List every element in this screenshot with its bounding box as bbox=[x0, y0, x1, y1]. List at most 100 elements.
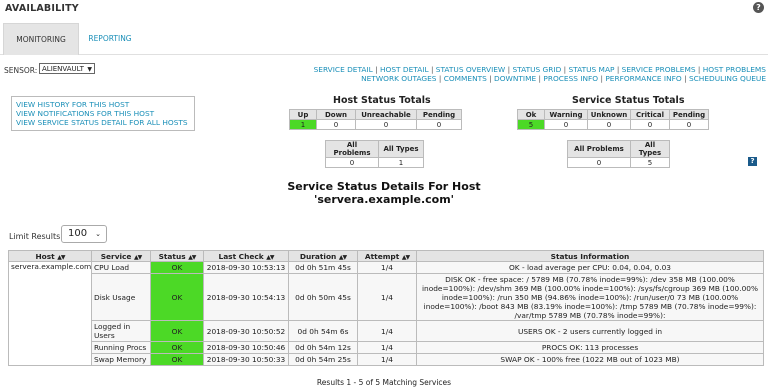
nav-separator: | bbox=[600, 74, 603, 83]
service-ok-count: 5 bbox=[518, 120, 544, 129]
host-totals-title: Host Status Totals bbox=[333, 95, 431, 106]
page-title: AVAILABILITY bbox=[5, 3, 79, 14]
service-ok-header[interactable]: Ok bbox=[518, 110, 544, 119]
limit-results-label: Limit Results: bbox=[9, 232, 63, 241]
host-down-count: 0 bbox=[317, 120, 355, 129]
help-icon[interactable]: ? bbox=[748, 157, 757, 166]
column-header-duration[interactable]: Duration ▲▼ bbox=[289, 251, 357, 261]
service-all-problems-count: 0 bbox=[568, 158, 630, 167]
column-header-service[interactable]: Service ▲▼ bbox=[92, 251, 150, 261]
host-down-header[interactable]: Down bbox=[317, 110, 355, 119]
attempt-cell: 1/4 bbox=[358, 262, 416, 273]
nav-separator: | bbox=[616, 65, 620, 74]
nav-service-detail[interactable]: SERVICE DETAIL bbox=[314, 65, 373, 74]
duration-cell: 0d 0h 54m 12s bbox=[289, 342, 357, 353]
status-badge: OK bbox=[151, 354, 203, 365]
service-warning-header[interactable]: Warning bbox=[545, 110, 587, 119]
service-link[interactable]: Logged in Users bbox=[92, 321, 150, 341]
view-history-link[interactable]: VIEW HISTORY FOR THIS HOST bbox=[16, 100, 190, 109]
service-link[interactable]: Running Procs bbox=[92, 342, 150, 353]
service-pending-header[interactable]: Pending bbox=[670, 110, 708, 119]
sort-icon[interactable]: ▲▼ bbox=[57, 254, 65, 261]
column-label: Attempt bbox=[364, 251, 400, 261]
service-link[interactable]: CPU Load bbox=[92, 262, 150, 273]
nav-separator: | bbox=[489, 74, 492, 83]
nav-network-outages[interactable]: NETWORK OUTAGES bbox=[361, 74, 436, 83]
nav-row-1: SERVICE DETAIL | HOST DETAIL | STATUS OV… bbox=[290, 65, 766, 74]
nav-downtime[interactable]: DOWNTIME bbox=[494, 74, 536, 83]
status-badge: OK bbox=[151, 321, 203, 341]
status-info-cell: PROCS OK: 113 processes bbox=[417, 342, 763, 353]
sort-icon[interactable]: ▲▼ bbox=[266, 254, 274, 261]
nav-separator: | bbox=[538, 74, 542, 83]
service-status-table: Host ▲▼ Service ▲▼ Status ▲▼ Last Check … bbox=[8, 250, 764, 366]
service-totals-title: Service Status Totals bbox=[572, 95, 685, 106]
attempt-cell: 1/4 bbox=[358, 274, 416, 320]
attempt-cell: 1/4 bbox=[358, 354, 416, 365]
service-unknown-header[interactable]: Unknown bbox=[588, 110, 630, 119]
column-label: Last Check bbox=[218, 251, 264, 261]
column-header-last-check[interactable]: Last Check ▲▼ bbox=[204, 251, 288, 261]
service-link[interactable]: Disk Usage bbox=[92, 274, 150, 320]
service-totals-table: Ok Warning Unknown Critical Pending 5 0 … bbox=[517, 109, 709, 130]
nav-host-detail[interactable]: HOST DETAIL bbox=[380, 65, 429, 74]
limit-results-value: 100 bbox=[68, 228, 88, 239]
service-all-types-header[interactable]: All Types bbox=[631, 141, 669, 157]
host-pending-header[interactable]: Pending bbox=[417, 110, 461, 119]
tab-monitoring[interactable]: MONITORING bbox=[3, 23, 79, 55]
host-link[interactable]: servera.example.com bbox=[9, 262, 91, 365]
details-host-name: 'servera.example.com' bbox=[313, 193, 455, 206]
service-link[interactable]: Swap Memory bbox=[92, 354, 150, 365]
nav-host-problems[interactable]: HOST PROBLEMS bbox=[703, 65, 766, 74]
last-check-cell: 2018-09-30 10:50:33 bbox=[204, 354, 288, 365]
attempt-cell: 1/4 bbox=[358, 342, 416, 353]
attempt-cell: 1/4 bbox=[358, 321, 416, 341]
column-header-host[interactable]: Host ▲▼ bbox=[9, 251, 91, 261]
service-critical-header[interactable]: Critical bbox=[631, 110, 669, 119]
nav-separator: | bbox=[684, 74, 687, 83]
host-all-types-header[interactable]: All Types bbox=[379, 141, 423, 157]
column-header-attempt[interactable]: Attempt ▲▼ bbox=[358, 251, 416, 261]
service-unknown-count: 0 bbox=[588, 120, 630, 129]
last-check-cell: 2018-09-30 10:50:52 bbox=[204, 321, 288, 341]
host-up-header[interactable]: Up bbox=[290, 110, 316, 119]
nav-comments[interactable]: COMMENTS bbox=[444, 74, 487, 83]
sort-icon[interactable]: ▲▼ bbox=[134, 254, 142, 261]
nav-service-problems[interactable]: SERVICE PROBLEMS bbox=[622, 65, 696, 74]
nav-separator: | bbox=[507, 65, 511, 74]
table-row: Running Procs OK 2018-09-30 10:50:46 0d … bbox=[9, 342, 763, 353]
nav-process-info[interactable]: PROCESS INFO bbox=[543, 74, 598, 83]
host-all-problems-header[interactable]: All Problems bbox=[326, 141, 378, 157]
view-notifications-link[interactable]: VIEW NOTIFICATIONS FOR THIS HOST bbox=[16, 109, 190, 118]
nav-separator: | bbox=[438, 74, 442, 83]
host-unreachable-header[interactable]: Unreachable bbox=[356, 110, 416, 119]
status-info-cell: DISK OK - free space: / 5789 MB (70.78% … bbox=[417, 274, 763, 320]
column-header-status-information: Status Information bbox=[417, 251, 763, 261]
nav-scheduling-queue[interactable]: SCHEDULING QUEUE bbox=[689, 74, 766, 83]
status-badge: OK bbox=[151, 342, 203, 353]
limit-results-select[interactable]: 100 ⌄ bbox=[61, 225, 107, 243]
sort-icon[interactable]: ▲▼ bbox=[339, 254, 347, 261]
column-label: Status bbox=[158, 251, 186, 261]
column-header-status[interactable]: Status ▲▼ bbox=[151, 251, 203, 261]
nav-separator: | bbox=[430, 65, 434, 74]
status-badge: OK bbox=[151, 274, 203, 320]
help-icon[interactable]: ? bbox=[753, 2, 764, 13]
sort-icon[interactable]: ▲▼ bbox=[402, 254, 410, 261]
view-all-hosts-link[interactable]: VIEW SERVICE STATUS DETAIL FOR ALL HOSTS bbox=[16, 118, 190, 127]
sensor-select[interactable]: ALIENVAULT ▼ bbox=[39, 63, 95, 74]
column-label: Service bbox=[100, 251, 132, 261]
nav-status-map[interactable]: STATUS MAP bbox=[568, 65, 614, 74]
nav-performance-info[interactable]: PERFORMANCE INFO bbox=[605, 74, 681, 83]
status-info-cell: USERS OK - 2 users currently logged in bbox=[417, 321, 763, 341]
nav-status-grid[interactable]: STATUS GRID bbox=[512, 65, 561, 74]
table-row: Swap Memory OK 2018-09-30 10:50:33 0d 0h… bbox=[9, 354, 763, 365]
sort-icon[interactable]: ▲▼ bbox=[188, 254, 196, 261]
tab-reporting[interactable]: REPORTING bbox=[80, 23, 140, 54]
nav-status-overview[interactable]: STATUS OVERVIEW bbox=[436, 65, 505, 74]
status-badge: OK bbox=[151, 262, 203, 273]
service-all-problems-header[interactable]: All Problems bbox=[568, 141, 630, 157]
host-pending-count: 0 bbox=[417, 120, 461, 129]
table-header-row: Host ▲▼ Service ▲▼ Status ▲▼ Last Check … bbox=[9, 251, 763, 261]
nav-separator: | bbox=[375, 65, 378, 74]
